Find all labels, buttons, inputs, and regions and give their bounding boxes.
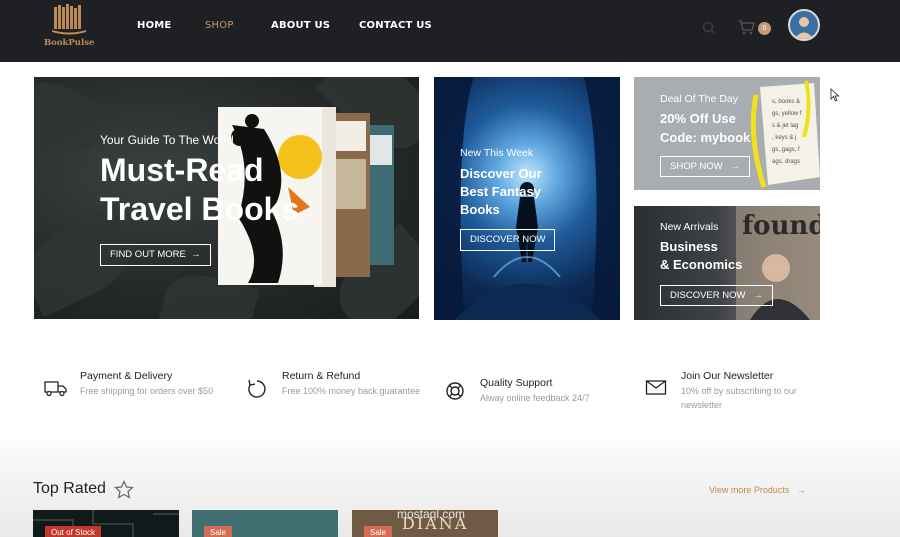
hero-subtitle: Your Guide To The World (100, 133, 234, 147)
hero-banner: Your Guide To The World Must-Read Travel… (34, 77, 419, 319)
feature-desc: Free 100% money back guarantee (282, 386, 421, 396)
feature-desc: Alway online feedback 24/7 (480, 393, 590, 403)
nav-about-us[interactable]: ABOUT US (271, 20, 330, 31)
arrow-right-icon: → (725, 161, 741, 172)
deal-of-the-day-banner: s, books & gs, yellow f s & jet lag , ke… (634, 77, 820, 190)
business-title-line2: & Economics (660, 257, 743, 272)
arrow-right-icon: → (748, 290, 763, 301)
fantasy-books-banner: New This Week Discover Our Best Fantasy … (434, 77, 620, 320)
business-title: Business & Economics (660, 238, 742, 274)
find-out-more-label: FIND OUT MORE (110, 249, 186, 260)
out-of-stock-badge: Out of Stock (45, 526, 102, 537)
book-logo-icon (52, 4, 86, 35)
feature-title: Payment & Delivery (80, 370, 173, 382)
arrow-right-icon: → (188, 249, 201, 260)
feature-title: Join Our Newsletter (681, 370, 774, 382)
svg-text:s, books &: s, books & (772, 99, 800, 105)
deal-title: 20% Off Use Code: mybook (660, 109, 750, 147)
view-more-label: View more Products (709, 485, 790, 495)
deal-title-line1: 20% Off Use (660, 111, 736, 126)
feature-title: Quality Support (480, 377, 553, 389)
discover-fantasy-button[interactable]: DISCOVER NOW (460, 229, 556, 251)
shop-now-button[interactable]: SHOP NOW → (660, 156, 751, 177)
cart-icon[interactable] (737, 19, 755, 39)
discover-business-label: DISCOVER NOW (670, 290, 746, 301)
svg-text:ags, drags: ags, drags (772, 159, 800, 165)
deal-label: Deal Of The Day (660, 93, 739, 105)
feature-desc: 10% off by subscribing to our newsletter (681, 386, 797, 410)
svg-text:, keys & j: , keys & j (772, 135, 796, 141)
hero-title: Must-Read Travel Books (100, 151, 299, 229)
top-navbar: BookPulse HOME SHOP ABOUT US CONTACT US … (0, 0, 900, 62)
support-icon (444, 380, 466, 406)
cart-count-badge: 0 (758, 22, 771, 35)
product-card[interactable]: Sale (192, 510, 338, 537)
refresh-icon (246, 378, 268, 404)
brand-name: BookPulse (44, 38, 95, 48)
brand-logo[interactable]: BookPulse (44, 4, 94, 52)
business-economics-banner: foundr New Arrivals Business & Economics… (634, 206, 820, 320)
search-icon[interactable] (702, 20, 716, 39)
sale-badge: Sale (364, 526, 393, 537)
sale-badge: Sale (204, 526, 233, 537)
svg-text:gs, yellow f: gs, yellow f (772, 111, 802, 117)
watermark: mostaql.com (397, 507, 466, 521)
mouse-pointer-icon (830, 87, 840, 106)
nav-shop[interactable]: SHOP (205, 20, 234, 31)
user-icon (794, 17, 814, 39)
star-icon (114, 480, 134, 503)
arrow-right-icon: → (791, 485, 806, 495)
business-title-line1: Business (660, 239, 718, 254)
nav-home[interactable]: HOME (137, 20, 171, 31)
mail-icon (645, 378, 667, 400)
svg-text:gs, gags, f: gs, gags, f (772, 147, 800, 153)
hero-title-line2: Travel Books (100, 191, 300, 227)
user-avatar[interactable] (788, 9, 820, 41)
fantasy-label: New This Week (460, 147, 534, 159)
discover-business-button[interactable]: DISCOVER NOW → (660, 285, 773, 306)
view-more-products-link[interactable]: View more Products → (709, 485, 806, 495)
nav-contact-us[interactable]: CONTACT US (359, 20, 432, 31)
discover-fantasy-label: DISCOVER NOW (470, 234, 546, 245)
fantasy-title: Discover Our Best Fantasy Books (460, 166, 542, 217)
shop-now-label: SHOP NOW (670, 161, 723, 172)
svg-text:s & jet lag: s & jet lag (772, 123, 798, 129)
hero-title-line1: Must-Read (100, 152, 264, 188)
truck-icon (44, 378, 68, 402)
find-out-more-button[interactable]: FIND OUT MORE → (100, 244, 211, 266)
product-card[interactable]: Out of Stock (33, 510, 179, 537)
deal-tag-image: s, books & gs, yellow f s & jet lag , ke… (750, 80, 820, 188)
feature-title: Return & Refund (282, 370, 361, 382)
deal-title-line2: Code: mybook (660, 130, 751, 145)
svg-text:foundr: foundr (742, 211, 820, 241)
business-label: New Arrivals (660, 221, 719, 233)
top-rated-title: Top Rated (33, 480, 106, 497)
feature-desc: Free shipping for orders over $50 (80, 386, 214, 396)
